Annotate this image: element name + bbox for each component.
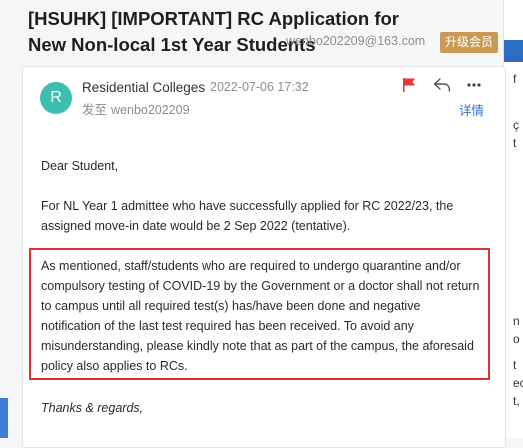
- strip-text: ç: [513, 118, 519, 132]
- strip-text: t: [513, 136, 517, 150]
- email-date: 2022-07-06 17:32: [210, 80, 309, 94]
- strip-text: t: [513, 358, 517, 372]
- email-subject: [HSUHK] [IMPORTANT] RC Application for N…: [28, 8, 399, 55]
- upgrade-membership-button[interactable]: 升级会员: [440, 32, 498, 53]
- left-accent-bar: [0, 398, 8, 438]
- flag-icon[interactable]: [402, 77, 416, 93]
- details-link[interactable]: 详情: [459, 100, 484, 119]
- reply-icon[interactable]: [433, 78, 451, 92]
- recipient-name[interactable]: wenbo202209: [111, 103, 190, 117]
- sender-avatar: R: [40, 82, 72, 114]
- right-side-panel-strip: f ç t n o t ec t,: [503, 0, 523, 438]
- email-greeting: Dear Student,: [41, 159, 119, 173]
- strip-blue-block: [504, 40, 523, 62]
- sender-name[interactable]: Residential Colleges: [82, 80, 205, 95]
- strip-text: t,: [513, 394, 520, 408]
- recipient-label: 发至: [82, 103, 108, 117]
- strip-text: o: [513, 332, 520, 346]
- email-paragraph-highlighted: As mentioned, staff/students who are req…: [41, 259, 480, 373]
- more-icon[interactable]: [466, 78, 482, 92]
- email-paragraph: For NL Year 1 admittee who have successf…: [41, 199, 454, 233]
- email-closing: Thanks & regards,: [41, 401, 144, 415]
- strip-text: n: [513, 314, 520, 328]
- recipient-line: 发至 wenbo202209: [82, 99, 190, 118]
- strip-text: f: [513, 72, 517, 86]
- strip-text: ec: [513, 376, 523, 390]
- sender-email-address[interactable]: wenbo202209@163.com: [286, 34, 425, 48]
